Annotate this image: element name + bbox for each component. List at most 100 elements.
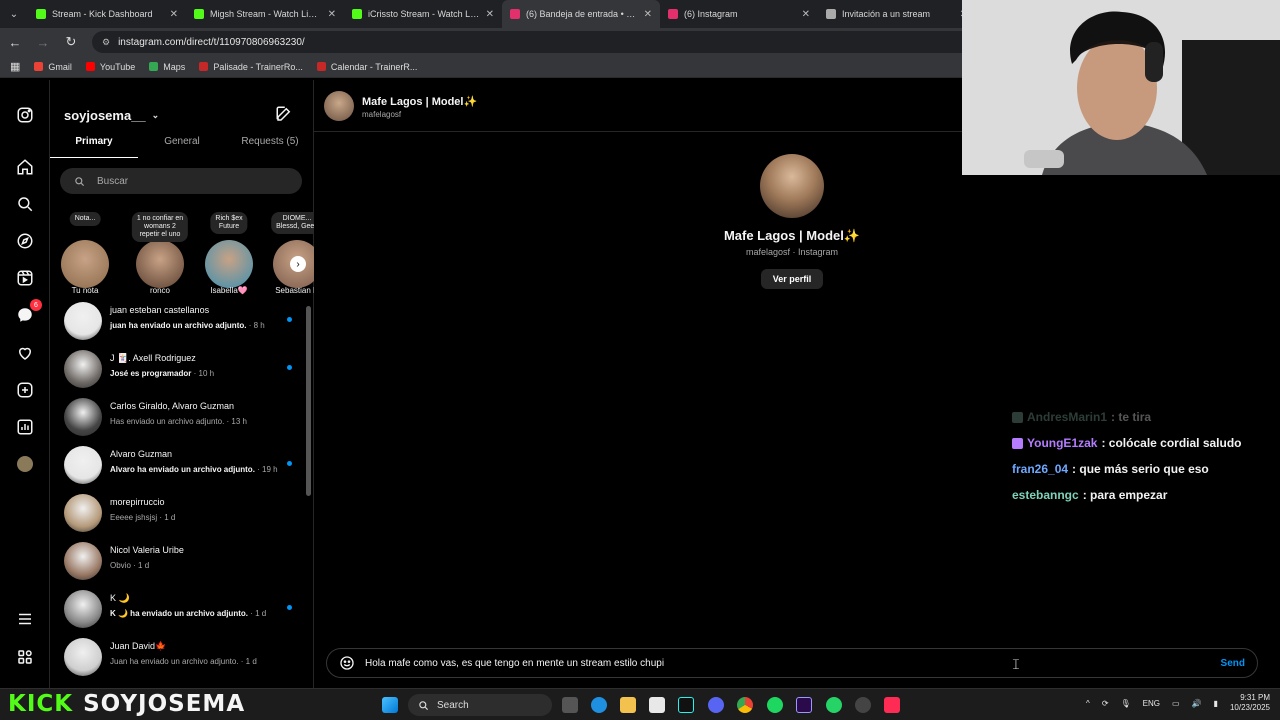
profile-avatar[interactable] bbox=[14, 453, 36, 475]
discord-icon[interactable] bbox=[708, 697, 724, 713]
thread-item[interactable]: Carlos Giraldo, Alvaro Guzman Has enviad… bbox=[50, 394, 300, 442]
more-icon[interactable] bbox=[14, 646, 36, 668]
send-button[interactable]: Send bbox=[1221, 658, 1245, 669]
bookmark-item[interactable]: YouTube bbox=[85, 62, 135, 72]
menu-icon[interactable] bbox=[14, 608, 36, 630]
note-bubble[interactable]: Rich $ex Future bbox=[210, 212, 248, 235]
whatsapp-icon[interactable] bbox=[826, 697, 842, 713]
thread-avatar bbox=[64, 494, 102, 532]
windows-start-icon[interactable] bbox=[382, 697, 398, 713]
message-input[interactable]: Hola mafe como vas, es que tengo en ment… bbox=[365, 658, 1211, 669]
thread-item[interactable]: juan esteban castellanos juan ha enviado… bbox=[50, 298, 300, 346]
search-icon[interactable] bbox=[14, 193, 36, 215]
username: soyjosema__ bbox=[64, 108, 146, 123]
instagram-icon[interactable] bbox=[14, 104, 36, 126]
thread-time: · 1 d bbox=[133, 561, 150, 570]
thread-item[interactable]: K 🌙 K 🌙 ha enviado un archivo adjunto. ·… bbox=[50, 586, 300, 634]
thread-preview: Juan ha enviado un archivo adjunto. · 1 … bbox=[110, 657, 257, 666]
account-switcher[interactable]: soyjosema__ ⌄ bbox=[64, 108, 159, 123]
tab-general[interactable]: General bbox=[138, 136, 226, 158]
note-avatar[interactable] bbox=[136, 240, 184, 288]
bookmark-item[interactable]: Maps bbox=[149, 62, 185, 72]
close-icon[interactable]: ✕ bbox=[802, 9, 810, 20]
chat-username: AndresMarin1 bbox=[1027, 410, 1108, 424]
reels-icon[interactable] bbox=[14, 267, 36, 289]
thread-item[interactable]: Alvaro Guzman Alvaro ha enviado un archi… bbox=[50, 442, 300, 490]
thread-avatar bbox=[64, 638, 102, 676]
browser-tab[interactable]: Migsh Stream - Watch Live on Kick ✕ bbox=[186, 0, 344, 28]
tiktok-icon[interactable] bbox=[678, 697, 694, 713]
note-avatar[interactable] bbox=[205, 240, 253, 288]
chat-message: : para empezar bbox=[1082, 488, 1168, 502]
close-icon[interactable]: ✕ bbox=[328, 9, 336, 20]
browser-tab[interactable]: Stream - Kick Dashboard ✕ bbox=[28, 0, 186, 28]
browser-tab[interactable]: (6) Instagram ✕ bbox=[660, 0, 818, 28]
premiere-icon[interactable] bbox=[796, 697, 812, 713]
browser-tab[interactable]: iCrissto Stream - Watch Live on Kick ✕ bbox=[344, 0, 502, 28]
note-avatar[interactable] bbox=[61, 240, 109, 288]
chevron-up-icon[interactable]: ^ bbox=[1086, 699, 1090, 708]
clock[interactable]: 9:31 PM 10/23/2025 bbox=[1230, 693, 1270, 714]
url-field[interactable]: ⚙ instagram.com/direct/t/110970806963230… bbox=[92, 31, 972, 53]
contact-avatar[interactable] bbox=[324, 91, 354, 121]
forward-icon[interactable]: → bbox=[36, 35, 50, 50]
spotify-icon[interactable] bbox=[767, 697, 783, 713]
back-icon[interactable]: ← bbox=[8, 35, 22, 50]
bookmark-item[interactable]: Calendar - TrainerR... bbox=[316, 62, 417, 72]
tab-requests[interactable]: Requests (5) bbox=[226, 136, 314, 158]
thread-item[interactable]: Nicol Valeria Uribe Obvio · 1 d bbox=[50, 538, 300, 586]
chrome-icon[interactable] bbox=[737, 697, 753, 713]
store-icon[interactable] bbox=[649, 697, 665, 713]
language-indicator[interactable]: ENG bbox=[1143, 699, 1160, 708]
tiktok-studio-icon[interactable] bbox=[884, 697, 900, 713]
browser-tab[interactable]: Invitación a un stream ✕ bbox=[818, 0, 976, 28]
close-icon[interactable]: ✕ bbox=[486, 9, 494, 20]
messages-icon[interactable]: 6 bbox=[14, 299, 42, 326]
search-input[interactable]: Buscar bbox=[60, 168, 302, 194]
emoji-icon[interactable] bbox=[339, 655, 355, 671]
reload-icon[interactable]: ↻ bbox=[64, 34, 78, 50]
volume-icon[interactable]: 🔊 bbox=[1192, 699, 1202, 708]
view-profile-button[interactable]: Ver perfil bbox=[760, 269, 824, 289]
monitor-icon[interactable]: ▭ bbox=[1172, 699, 1180, 708]
explore-icon[interactable] bbox=[14, 230, 36, 252]
contact-name[interactable]: Mafe Lagos | Model✨ bbox=[362, 95, 477, 108]
file-explorer-icon[interactable] bbox=[620, 697, 636, 713]
battery-icon[interactable]: ▮ bbox=[1214, 699, 1218, 708]
network-icon[interactable]: ⟳ bbox=[1102, 699, 1109, 708]
scrollbar[interactable] bbox=[304, 300, 312, 686]
bookmark-label: Maps bbox=[163, 61, 186, 72]
note-bubble[interactable]: 1 no confiar en womans 2 repetir el uno bbox=[131, 212, 189, 243]
bookmark-item[interactable]: Gmail bbox=[34, 62, 72, 72]
apps-icon[interactable]: ▦ bbox=[10, 60, 20, 73]
tab-search-icon[interactable]: ⌄ bbox=[0, 0, 28, 28]
dashboard-icon[interactable] bbox=[14, 416, 36, 438]
compose-icon[interactable] bbox=[275, 105, 293, 123]
close-icon[interactable]: ✕ bbox=[644, 9, 652, 20]
note-bubble[interactable]: DIOME... Blessd, Geez bbox=[271, 212, 314, 235]
note-bubble[interactable]: Nota... bbox=[69, 212, 101, 227]
thread-item[interactable]: morepirruccio Eeeee jshsjsj · 1 d bbox=[50, 490, 300, 538]
scrollbar-thumb[interactable] bbox=[306, 306, 311, 496]
task-view-icon[interactable] bbox=[562, 697, 578, 713]
tab-label: Stream - Kick Dashboard bbox=[52, 9, 153, 19]
microphone-icon[interactable]: 🎙 bbox=[1121, 699, 1131, 708]
chevron-right-icon[interactable]: › bbox=[290, 256, 306, 272]
edge-icon[interactable] bbox=[591, 697, 607, 713]
create-icon[interactable] bbox=[14, 379, 36, 401]
chat-message: : que más serio que eso bbox=[1072, 462, 1209, 476]
bookmark-item[interactable]: Palisade - TrainerRo... bbox=[199, 62, 303, 72]
clock-time: 9:31 PM bbox=[1240, 693, 1270, 702]
site-info-icon[interactable]: ⚙ bbox=[102, 37, 110, 48]
notifications-icon[interactable] bbox=[14, 342, 36, 364]
unread-dot bbox=[287, 461, 292, 466]
browser-tab[interactable]: (6) Bandeja de entrada • Chats ✕ bbox=[502, 0, 660, 28]
home-icon[interactable] bbox=[14, 156, 36, 178]
obs-icon[interactable] bbox=[855, 697, 871, 713]
thread-item[interactable]: J 🃏. Axell Rodriguez José es programador… bbox=[50, 346, 300, 394]
close-icon[interactable]: ✕ bbox=[170, 9, 178, 20]
message-composer[interactable]: Hola mafe como vas, es que tengo en ment… bbox=[326, 648, 1258, 678]
taskbar-search[interactable]: Search bbox=[408, 694, 552, 716]
tab-primary[interactable]: Primary bbox=[50, 136, 138, 158]
thread-item[interactable]: Juan David🍁 Juan ha enviado un archivo a… bbox=[50, 634, 300, 682]
